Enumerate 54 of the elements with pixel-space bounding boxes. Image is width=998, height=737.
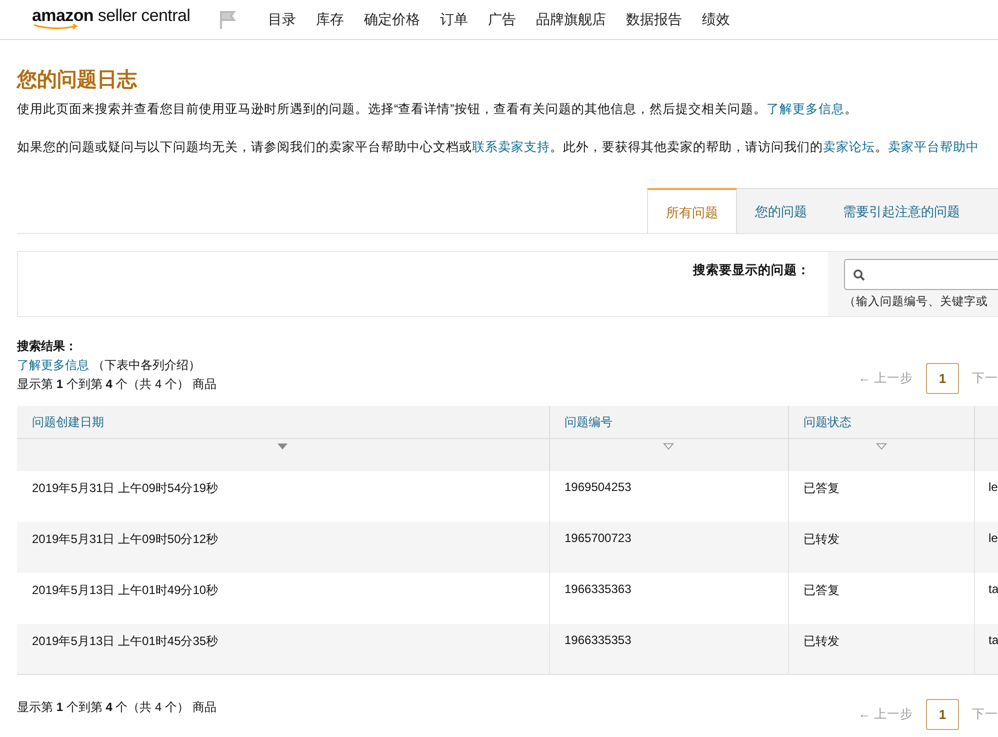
table-cell: 已转发 — [804, 634, 840, 648]
search-icon — [853, 268, 865, 280]
learn-more-link[interactable]: 了解更多信息 — [17, 358, 89, 372]
smile-icon — [32, 24, 80, 30]
search-field[interactable] — [844, 259, 998, 290]
search-label: 搜索要显示的问题： — [693, 263, 810, 277]
table-cell: le — [988, 530, 998, 544]
intro-paragraph: 使用此页面来搜索并查看您目前使用亚马逊时所遇到的问题。选择“查看详情”按钮，查看有关问题的其他信息，然后提交相关问题。了解更多信息。 — [17, 101, 858, 118]
nav-item[interactable]: 确定价格 — [354, 10, 430, 28]
page-button[interactable]: 1 — [926, 363, 959, 394]
search-hint: （输入问题编号、关键字或 — [844, 294, 989, 309]
logo-brand: amazon — [32, 6, 94, 24]
help-link[interactable]: 联系卖家支持 — [472, 140, 550, 154]
nav-item[interactable]: 广告 — [478, 10, 526, 28]
column-header[interactable]: 问题编号 — [564, 414, 612, 428]
nav-item[interactable]: 订单 — [430, 10, 478, 28]
tab[interactable]: 需要引起注意的问题 — [825, 188, 998, 233]
results-heading: 搜索结果： — [17, 338, 78, 355]
nav-item[interactable]: 绩效 — [692, 10, 740, 28]
logo-product: seller central — [96, 6, 190, 24]
logo[interactable]: amazon seller central — [32, 6, 190, 30]
nav-item[interactable]: 数据报告 — [616, 10, 692, 28]
table-cell: 2019年5月31日 上午09时50分12秒 — [32, 532, 218, 546]
item-count: 显示第 1 个到第 4 个（共 4 个） 商品 — [17, 376, 216, 393]
table-cell: 2019年5月31日 上午09时54分19秒 — [32, 480, 218, 494]
help-link[interactable]: 了解更多信息 — [766, 102, 844, 116]
help-link[interactable]: 卖家论坛 — [823, 140, 875, 154]
intro-paragraph: 如果您的问题或疑问与以下问题均无关，请参阅我们的卖家平台帮助中心文档或联系卖家支持。此外，要获得其他卖家的帮助，请访问我们的卖家论坛。卖家平台帮助中 — [17, 139, 980, 156]
table-cell: 已转发 — [804, 532, 840, 546]
table-cell: 1966335353 — [564, 632, 632, 646]
column-header[interactable]: 问题创建日期 — [32, 414, 104, 428]
nav-item[interactable]: 品牌旗舰店 — [526, 10, 616, 28]
table-cell: 2019年5月13日 上午01时49分10秒 — [32, 582, 218, 596]
nav-item[interactable]: 库存 — [306, 10, 354, 28]
tab[interactable]: 所有问题 — [647, 188, 737, 233]
table-cell: 已答复 — [804, 480, 840, 494]
table-cell: 1966335363 — [564, 582, 632, 596]
tab[interactable]: 您的问题 — [737, 188, 825, 233]
table-cell: 已答复 — [804, 582, 840, 596]
nav-item[interactable]: 目录 — [258, 10, 306, 28]
page-button[interactable]: 1 — [926, 699, 959, 730]
item-count: 显示第 1 个到第 4 个（共 4 个） 商品 — [17, 699, 216, 716]
sort-arrow-icon[interactable] — [277, 443, 288, 450]
column-header[interactable]: 问题状态 — [804, 414, 852, 428]
table-cell: 2019年5月13日 上午01时45分35秒 — [32, 634, 218, 648]
help-link[interactable]: 卖家平台帮助中 — [888, 140, 979, 154]
table-cell: 1969504253 — [564, 480, 632, 494]
page-title: 您的问题日志 — [17, 68, 138, 93]
table-cell: 1965700723 — [564, 530, 632, 544]
flag-icon[interactable] — [218, 10, 238, 30]
sort-arrow-icon[interactable] — [663, 443, 674, 450]
table-cell: le — [988, 480, 998, 494]
sort-arrow-icon[interactable] — [876, 443, 886, 450]
column-info-note: （下表中各列介绍） — [91, 358, 200, 372]
